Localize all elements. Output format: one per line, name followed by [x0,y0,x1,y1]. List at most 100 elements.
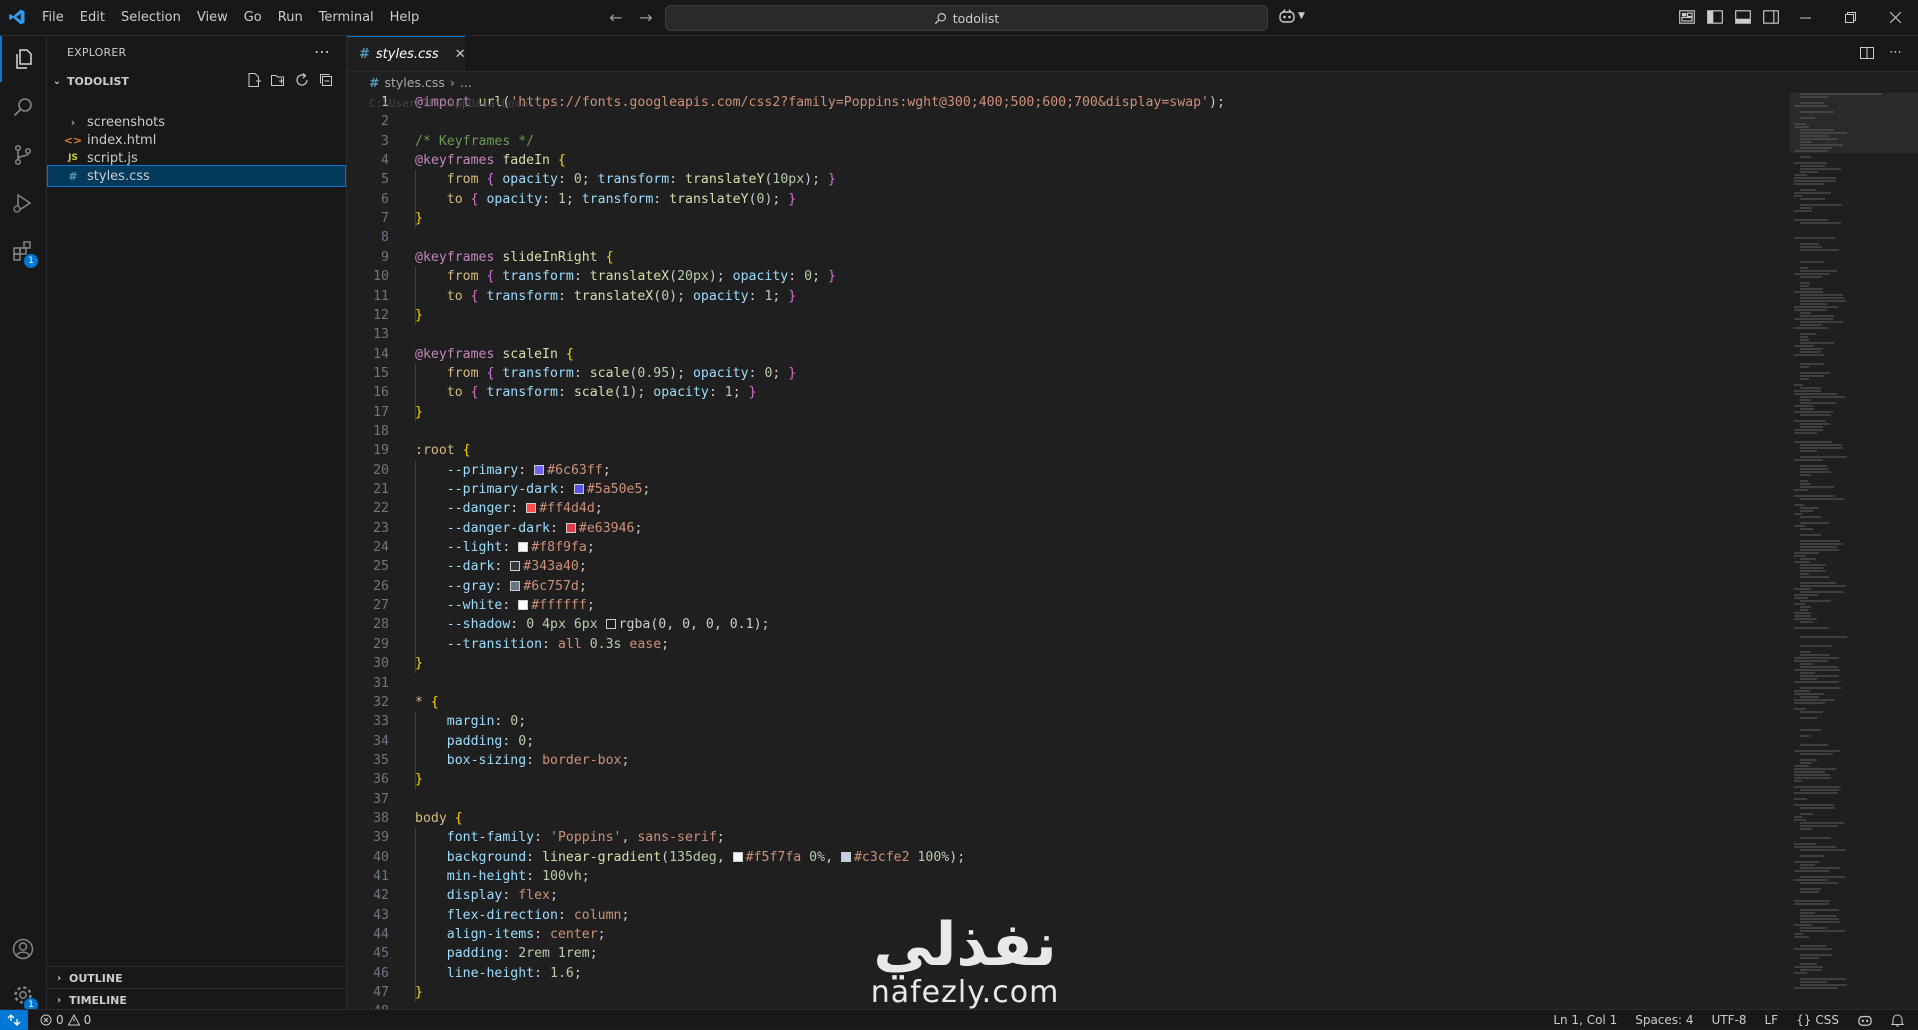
code-line[interactable]: 37 [347,790,415,809]
color-swatch[interactable] [518,600,529,611]
menu-go[interactable]: Go [236,6,270,30]
code-line[interactable]: 47} [347,983,423,1002]
source-control-activity[interactable] [0,132,46,178]
minimize-icon[interactable] [1783,0,1828,35]
toggle-primary-sidebar-icon[interactable] [1706,8,1724,26]
color-swatch[interactable] [534,464,545,475]
menu-help[interactable]: Help [382,6,428,30]
code-line[interactable]: 35 box-sizing: border-box; [347,751,629,770]
copilot-icon[interactable] [1857,1013,1873,1027]
code-line[interactable]: 28 --shadow: 0 4px 6px rgba(0, 0, 0, 0.1… [347,615,769,634]
code-line[interactable]: 25 --dark: #343a40; [347,557,587,576]
search-activity[interactable] [0,84,46,130]
command-center-search[interactable]: todolist [665,5,1268,31]
accounts-activity[interactable] [0,926,46,972]
color-swatch[interactable] [605,619,616,630]
close-icon[interactable]: ✕ [455,47,466,62]
refresh-icon[interactable] [294,72,310,88]
breadcrumb-symbol[interactable]: ... [460,75,472,90]
color-swatch[interactable] [573,484,584,494]
code-line[interactable]: 15 from { transform: scale(0.95); opacit… [347,364,796,383]
code-line[interactable]: 2 [347,112,415,131]
color-swatch[interactable] [565,522,576,533]
code-line[interactable]: 32 * { [347,693,439,712]
collapse-all-icon[interactable] [318,72,334,88]
code-line[interactable]: 10 from { transform: translateX(20px); o… [347,267,836,286]
code-line[interactable]: 36} [347,770,423,789]
code-line[interactable]: 13 [347,325,415,344]
code-line[interactable]: 45 padding: 2rem 1rem; [347,944,598,963]
menu-selection[interactable]: Selection [113,6,189,30]
code-line[interactable]: 42 display: flex; [347,886,558,905]
encoding[interactable]: UTF-8 [1712,1013,1747,1027]
color-swatch[interactable] [732,851,743,862]
cursor-position[interactable]: Ln 1, Col 1 [1553,1013,1617,1027]
customize-layout-icon[interactable] [1678,8,1696,26]
toggle-secondary-sidebar-icon[interactable] [1762,8,1780,26]
code-line[interactable]: 41 min-height: 100vh; [347,867,590,886]
color-swatch[interactable] [526,503,537,514]
code-line[interactable]: 9 @keyframes slideInRight { [347,248,613,267]
more-actions-icon[interactable]: ⋯ [1889,45,1902,61]
minimap[interactable] [1790,93,1918,1009]
timeline-section[interactable]: › TIMELINE [47,988,346,1011]
code-line[interactable]: 3 /* Keyframes */ [347,132,534,151]
menu-terminal[interactable]: Terminal [311,6,382,30]
code-line[interactable]: 22 --danger: #ff4d4d; [347,499,603,518]
code-line[interactable]: 16 to { transform: scale(1); opacity: 1;… [347,383,756,402]
close-window-icon[interactable] [1873,0,1918,35]
outline-section[interactable]: › OUTLINE [47,966,346,989]
run-debug-activity[interactable] [0,180,46,226]
code-line[interactable]: 27 --white: #ffffff; [347,596,595,615]
menu-view[interactable]: View [189,6,236,30]
code-line[interactable]: 23 --danger-dark: #e63946; [347,519,642,538]
code-line[interactable]: 8 [347,228,415,247]
code-line[interactable]: 12} [347,306,423,325]
code-line[interactable]: 17} [347,403,423,422]
tree-item-styles-css[interactable]: # styles.css [47,165,346,187]
restore-icon[interactable] [1828,0,1873,35]
copilot-menu[interactable]: ▼ [1278,8,1305,24]
new-file-icon[interactable] [246,72,262,88]
code-line[interactable]: 7} [347,209,423,228]
color-swatch[interactable] [510,580,521,591]
code-line[interactable]: 24 --light: #f8f9fa; [347,538,595,557]
more-actions-icon[interactable]: ⋯ [314,42,330,61]
code-line[interactable]: 33 margin: 0; [347,712,526,731]
code-line[interactable]: 31 [347,674,415,693]
code-line[interactable]: 30} [347,654,423,673]
code-line[interactable]: 44 align-items: center; [347,925,605,944]
vscode-logo-icon[interactable] [8,8,26,26]
bell-icon[interactable] [1891,1013,1904,1027]
split-editor-icon[interactable] [1859,45,1875,61]
explorer-activity[interactable] [0,36,46,82]
language-mode[interactable]: {} CSS [1796,1013,1839,1027]
color-swatch[interactable] [518,542,529,553]
code-line[interactable]: 11 to { transform: translateX(0); opacit… [347,287,796,306]
code-line[interactable]: 29 --transition: all 0.3s ease; [347,635,669,654]
tab-styles-css[interactable]: # styles.css ✕ [347,36,466,71]
code-line[interactable]: 4 @keyframes fadeIn { [347,151,566,170]
code-line[interactable]: 34 padding: 0; [347,732,534,751]
menu-edit[interactable]: Edit [72,6,113,30]
new-folder-icon[interactable] [270,72,286,88]
problems-indicator[interactable]: 0 0 [40,1010,91,1029]
code-line[interactable]: 43 flex-direction: column; [347,906,629,925]
color-swatch[interactable] [510,561,521,572]
code-editor[interactable]: 1 @import url('https://fonts.googleapis.c… [347,93,1787,1009]
code-line[interactable]: 6 to { opacity: 1; transform: translateY… [347,190,796,209]
code-line[interactable]: 19:root { [347,441,470,460]
toggle-panel-icon[interactable] [1734,8,1752,26]
code-line[interactable]: 38 body { [347,809,463,828]
code-line[interactable]: 26 --gray: #6c757d; [347,577,587,596]
code-line[interactable]: 18 [347,422,415,441]
extensions-activity[interactable]: 1 [0,228,46,274]
forward-arrow-icon[interactable]: → [634,6,658,28]
back-arrow-icon[interactable]: ← [604,6,628,28]
indentation[interactable]: Spaces: 4 [1635,1013,1693,1027]
remote-indicator[interactable] [0,1010,28,1030]
code-line[interactable]: 40 background: linear-gradient(135deg, #… [347,848,965,867]
code-line[interactable]: 20 --primary: #6c63ff; [347,461,611,480]
end-of-line[interactable]: LF [1765,1013,1779,1027]
code-line[interactable]: 21 --primary-dark: #5a50e5; [347,480,650,499]
